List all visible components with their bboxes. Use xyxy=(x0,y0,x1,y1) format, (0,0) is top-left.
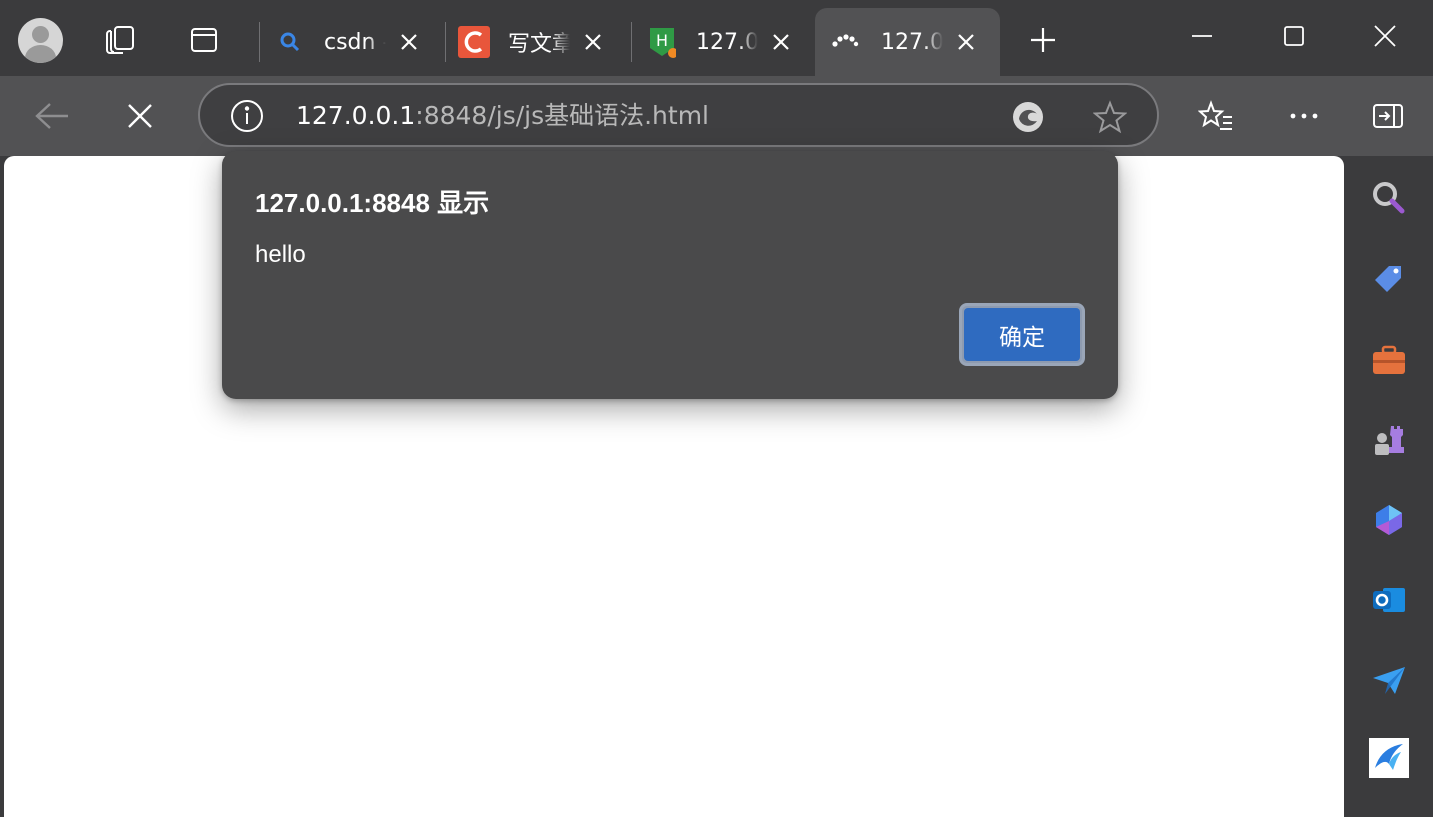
alert-dialog: 127.0.0.1:8848 显示 hello 确定 xyxy=(222,151,1118,399)
workspaces-icon[interactable] xyxy=(102,22,138,58)
tab-separator xyxy=(631,22,632,62)
site-info-icon[interactable] xyxy=(230,99,264,133)
search-icon[interactable] xyxy=(1369,178,1409,218)
shopping-tag-icon[interactable] xyxy=(1369,258,1409,298)
profile-avatar[interactable] xyxy=(18,18,63,63)
sidebar-toggle-icon[interactable] xyxy=(1368,96,1408,136)
svg-text:H: H xyxy=(656,31,668,50)
tab-title: 127.0. xyxy=(881,29,943,55)
tab-write-article[interactable]: 写文章 xyxy=(458,8,608,76)
minimize-button[interactable] xyxy=(1172,14,1232,58)
more-menu-icon[interactable] xyxy=(1284,96,1324,136)
back-button[interactable] xyxy=(32,96,72,136)
tab-active-page[interactable]: 127.0. xyxy=(815,8,1000,76)
close-tab-icon[interactable] xyxy=(394,27,424,57)
app-logo-icon[interactable] xyxy=(1369,738,1409,778)
loading-spinner-icon xyxy=(829,26,861,58)
close-tab-icon[interactable] xyxy=(951,27,981,57)
add-favorite-star-icon[interactable] xyxy=(1092,99,1128,135)
tab-title: csdn - xyxy=(324,29,386,55)
title-bar: csdn - 写文章 H 127.0. xyxy=(0,0,1433,76)
close-window-button[interactable] xyxy=(1355,14,1415,58)
dialog-title: 127.0.0.1:8848 显示 xyxy=(255,188,490,218)
games-icon[interactable] xyxy=(1369,420,1409,460)
edge-logo-icon[interactable] xyxy=(1010,99,1046,135)
stop-loading-button[interactable] xyxy=(120,96,160,136)
tab-csdn-search[interactable]: csdn - xyxy=(274,8,424,76)
hbuilder-h-logo: H xyxy=(646,26,678,58)
url-path: :8848/js/js基础语法.html xyxy=(415,101,710,130)
address-bar[interactable]: 127.0.0.1:8848/js/js基础语法.html xyxy=(198,83,1159,147)
maximize-button[interactable] xyxy=(1264,14,1324,58)
send-icon[interactable] xyxy=(1369,660,1409,700)
dialog-message: hello xyxy=(255,241,306,268)
url-text[interactable]: 127.0.0.1:8848/js/js基础语法.html xyxy=(296,99,709,133)
ok-button[interactable]: 确定 xyxy=(959,303,1085,366)
close-tab-icon[interactable] xyxy=(766,27,796,57)
tab-title: 127.0. xyxy=(696,29,758,55)
edge-sidebar xyxy=(1344,156,1433,817)
csdn-c-logo xyxy=(458,26,490,58)
url-host: 127.0.0.1 xyxy=(296,101,416,130)
tools-briefcase-icon[interactable] xyxy=(1369,340,1409,380)
tab-separator xyxy=(445,22,446,62)
tab-title: 写文章 xyxy=(508,32,570,57)
tab-separator xyxy=(259,22,260,62)
close-tab-icon[interactable] xyxy=(578,27,608,57)
outlook-icon[interactable] xyxy=(1369,580,1409,620)
new-tab-button[interactable] xyxy=(1025,22,1061,58)
vertical-tabs-icon[interactable] xyxy=(186,22,222,58)
tab-hbuilder-preview[interactable]: H 127.0. xyxy=(646,8,796,76)
search-icon xyxy=(274,26,306,58)
navigation-toolbar: 127.0.0.1:8848/js/js基础语法.html xyxy=(0,76,1433,156)
ok-button-label: 确定 xyxy=(964,308,1080,361)
favorites-list-icon[interactable] xyxy=(1196,96,1236,136)
copilot-icon[interactable] xyxy=(1369,500,1409,540)
